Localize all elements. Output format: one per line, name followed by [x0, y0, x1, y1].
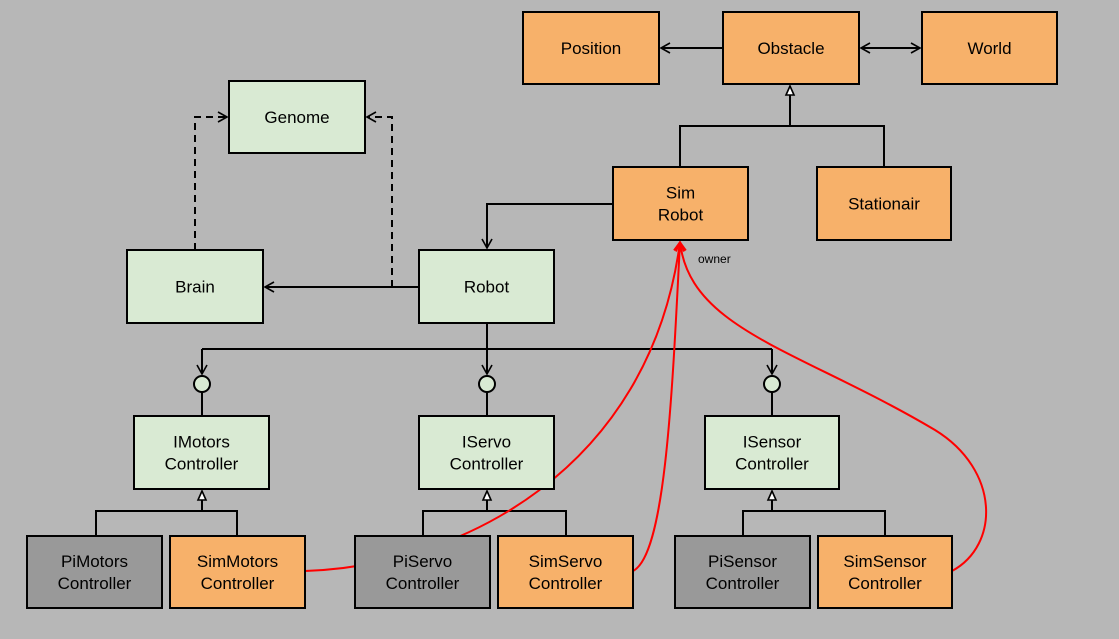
- node-iservo[interactable]: IServo Controller: [418, 415, 555, 490]
- interface-lollipop-icon: [478, 375, 496, 393]
- node-genome[interactable]: Genome: [228, 80, 366, 154]
- node-label: Controller: [386, 574, 460, 593]
- node-label: PiSensor: [708, 552, 777, 571]
- node-label: Robot: [464, 278, 510, 297]
- interface-lollipop-icon: [763, 375, 781, 393]
- node-label: PiMotors: [61, 552, 128, 571]
- node-robot[interactable]: Robot: [418, 249, 555, 324]
- node-box: [704, 415, 840, 490]
- node-label: Controller: [165, 455, 239, 474]
- node-label: PiServo: [393, 552, 453, 571]
- node-label: Sim: [666, 184, 695, 203]
- node-simsensor[interactable]: SimSensor Controller: [817, 535, 953, 609]
- node-piservo[interactable]: PiServo Controller: [354, 535, 491, 609]
- node-label: IMotors: [173, 433, 230, 452]
- owner-label: owner: [698, 252, 731, 266]
- node-label: Brain: [175, 278, 215, 297]
- node-label: Position: [561, 39, 621, 58]
- node-label: Genome: [264, 108, 329, 127]
- node-label: Controller: [201, 574, 275, 593]
- node-box: [418, 415, 555, 490]
- node-label: Controller: [735, 455, 809, 474]
- edge-imotors-implementations: [95, 510, 238, 536]
- node-brain[interactable]: Brain: [126, 249, 264, 324]
- node-box: [354, 535, 491, 609]
- node-imotors[interactable]: IMotors Controller: [133, 415, 270, 490]
- node-label: ISensor: [743, 433, 802, 452]
- node-pisensor[interactable]: PiSensor Controller: [674, 535, 811, 609]
- node-label: SimMotors: [197, 552, 278, 571]
- node-obstacle[interactable]: Obstacle: [722, 11, 860, 85]
- node-label: Stationair: [848, 195, 920, 214]
- node-box: [674, 535, 811, 609]
- node-box: [497, 535, 634, 609]
- node-box: [169, 535, 306, 609]
- node-position[interactable]: Position: [522, 11, 660, 85]
- node-label: IServo: [462, 433, 511, 452]
- node-box: [26, 535, 163, 609]
- node-label: World: [967, 39, 1011, 58]
- owner-link-simservo: [632, 240, 686, 572]
- node-label: Controller: [529, 574, 603, 593]
- interface-lollipop-icon: [193, 375, 211, 393]
- node-pimotors[interactable]: PiMotors Controller: [26, 535, 163, 609]
- edge-obstacle-subclasses: [679, 125, 885, 167]
- node-isensor[interactable]: ISensor Controller: [704, 415, 840, 490]
- node-world[interactable]: World: [921, 11, 1058, 85]
- node-label: Robot: [658, 206, 704, 225]
- edge-robot-genome: [365, 111, 393, 287]
- edge-isensor-implementations: [742, 510, 886, 536]
- node-label: SimServo: [529, 552, 603, 571]
- node-label: Controller: [706, 574, 780, 593]
- node-label: Controller: [848, 574, 922, 593]
- class-diagram: Position Obstacle World Genome Sim Robot Stati…: [26, 11, 1058, 609]
- owner-link-simsensor: [675, 240, 988, 572]
- node-label: Controller: [58, 574, 132, 593]
- node-label: SimSensor: [843, 552, 926, 571]
- node-stationair[interactable]: Stationair: [816, 166, 952, 241]
- node-box: [817, 535, 953, 609]
- edge-brain-genome: [194, 111, 229, 250]
- node-box: [133, 415, 270, 490]
- node-simservo[interactable]: SimServo Controller: [497, 535, 634, 609]
- edge-iservo-implementations: [422, 510, 567, 536]
- node-label: Obstacle: [757, 39, 824, 58]
- node-simmotors[interactable]: SimMotors Controller: [169, 535, 306, 609]
- node-simrobot[interactable]: Sim Robot: [612, 166, 749, 241]
- node-label: Controller: [450, 455, 524, 474]
- node-box: [612, 166, 749, 241]
- edge-simrobot-robot: [481, 203, 613, 250]
